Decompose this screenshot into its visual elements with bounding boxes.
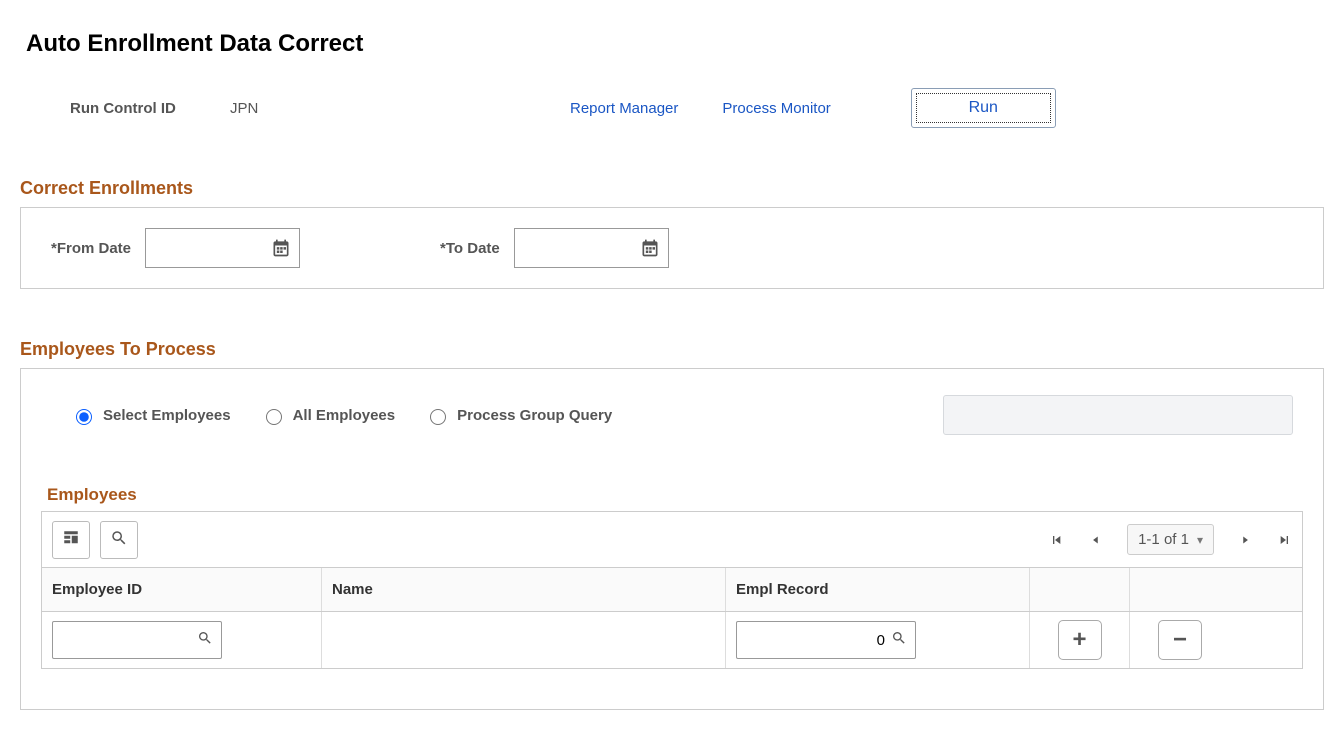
employee-id-lookup[interactable] xyxy=(52,621,222,659)
row-range-select[interactable]: 1-1 of 1 ▾ xyxy=(1127,524,1214,555)
grid-personalize-button[interactable] xyxy=(52,521,90,559)
from-date-field[interactable] xyxy=(145,228,300,268)
last-page-icon[interactable] xyxy=(1276,532,1292,548)
process-monitor-link[interactable]: Process Monitor xyxy=(722,100,830,117)
lookup-icon[interactable] xyxy=(891,630,907,650)
run-control-label: Run Control ID xyxy=(70,100,230,117)
col-name[interactable]: Name xyxy=(322,568,726,611)
employees-to-process-box: Select Employees All Employees Process G… xyxy=(20,368,1324,710)
process-group-query-label[interactable]: Process Group Query xyxy=(457,407,612,424)
plus-icon: + xyxy=(1072,628,1086,652)
page-title: Auto Enrollment Data Correct xyxy=(26,30,1324,58)
all-employees-radio[interactable] xyxy=(266,409,282,425)
col-delete xyxy=(1130,568,1230,611)
from-date-label: *From Date xyxy=(51,240,131,257)
prev-page-icon[interactable] xyxy=(1089,533,1103,547)
employee-id-input[interactable] xyxy=(61,631,197,650)
next-page-icon[interactable] xyxy=(1238,533,1252,547)
report-manager-link[interactable]: Report Manager xyxy=(570,100,678,117)
to-date-label: *To Date xyxy=(440,240,500,257)
to-date-input[interactable] xyxy=(523,239,640,257)
delete-row-button[interactable]: − xyxy=(1158,620,1202,660)
run-control-value: JPN xyxy=(230,100,530,117)
run-button-label: Run xyxy=(969,99,998,117)
minus-icon: − xyxy=(1173,628,1187,652)
grid-icon xyxy=(62,529,80,551)
table-row: + − xyxy=(42,612,1302,668)
grid-find-button[interactable] xyxy=(100,521,138,559)
add-row-button[interactable]: + xyxy=(1058,620,1102,660)
group-query-disabled-field xyxy=(943,395,1293,435)
chevron-down-icon: ▾ xyxy=(1197,533,1203,547)
row-range-label: 1-1 of 1 xyxy=(1138,531,1189,548)
run-control-row: Run Control ID JPN Report Manager Proces… xyxy=(20,88,1324,128)
employees-to-process-title: Employees To Process xyxy=(20,339,1324,360)
from-date-input[interactable] xyxy=(154,239,271,257)
lookup-icon[interactable] xyxy=(197,630,213,650)
col-add xyxy=(1030,568,1130,611)
calendar-icon[interactable] xyxy=(640,238,660,258)
to-date-field[interactable] xyxy=(514,228,669,268)
correct-enrollments-box: *From Date *To Date xyxy=(20,207,1324,289)
employees-grid-title: Employees xyxy=(47,485,1303,505)
calendar-icon[interactable] xyxy=(271,238,291,258)
correct-enrollments-title: Correct Enrollments xyxy=(20,178,1324,199)
select-employees-label[interactable]: Select Employees xyxy=(103,407,231,424)
empl-record-input[interactable] xyxy=(745,631,891,650)
empl-record-lookup[interactable] xyxy=(736,621,916,659)
employees-grid: 1-1 of 1 ▾ Employee ID Name Empl Record xyxy=(41,511,1303,669)
run-button[interactable]: Run xyxy=(911,88,1056,128)
first-page-icon[interactable] xyxy=(1049,532,1065,548)
select-employees-radio[interactable] xyxy=(76,409,92,425)
name-cell xyxy=(322,612,726,668)
process-group-query-radio[interactable] xyxy=(430,409,446,425)
search-icon xyxy=(110,529,128,551)
col-employee-id[interactable]: Employee ID xyxy=(42,568,322,611)
all-employees-label[interactable]: All Employees xyxy=(293,407,396,424)
col-empl-record[interactable]: Empl Record xyxy=(726,568,1030,611)
